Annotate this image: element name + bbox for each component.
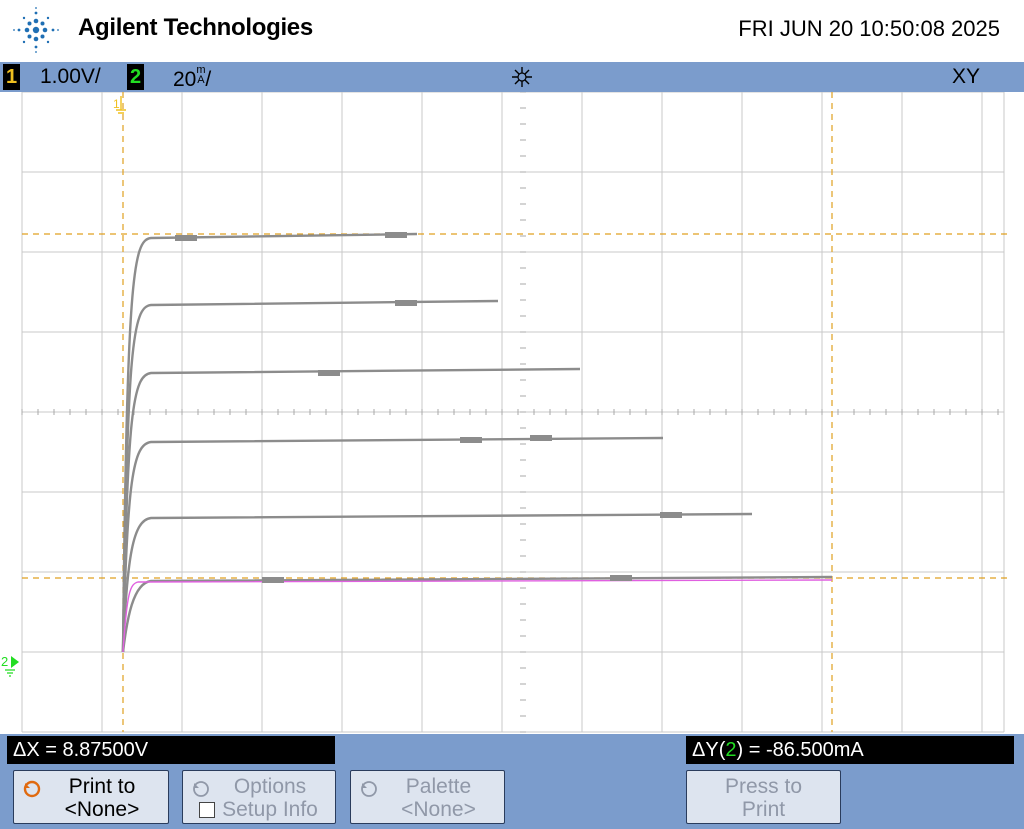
xy-display[interactable]: 12 — [0, 91, 1024, 734]
delta-x-readout: ΔX = 8.87500V — [7, 736, 335, 764]
setup-info-checkbox[interactable] — [199, 802, 215, 818]
channel-2-scale-slash: / — [205, 68, 212, 91]
channel-2-ground-marker: 2 — [1, 654, 8, 669]
press-to-print-softkey[interactable]: Press to Print — [686, 770, 841, 824]
channel-2-badge[interactable]: 2 — [127, 64, 144, 90]
trace-noise-burst — [530, 435, 552, 441]
ic-vce-trace — [121, 367, 581, 653]
trace-noise-burst — [385, 232, 407, 238]
date-time: FRI JUN 20 10:50:08 2025 — [738, 16, 1000, 41]
delta-y-prefix: ΔY( — [692, 739, 726, 761]
trace-noise-burst — [318, 370, 340, 376]
agilent-spark-icon — [13, 7, 59, 53]
ic-vce-trace — [121, 575, 833, 653]
channel-2-scale: 20 m A / — [173, 65, 211, 92]
channel-2-arrow-icon — [11, 656, 19, 668]
header: Agilent Technologies FRI JUN 20 10:50:08… — [0, 0, 1024, 62]
delta-y-readout: ΔY(2) = -86.500mA — [686, 736, 1014, 764]
palette-softkey[interactable]: Palette <None> — [350, 770, 505, 824]
channel-2-scale-value: 20 — [173, 68, 197, 91]
channel-overlay-trace — [122, 579, 833, 653]
ic-vce-trace — [121, 512, 753, 653]
trace-noise-burst — [460, 437, 482, 443]
trigger-status-icon — [512, 67, 532, 87]
channel-2-ground-icon — [5, 669, 15, 677]
delta-y-channel: 2 — [725, 739, 737, 761]
xy-plot-area: 12 — [1, 91, 1010, 733]
trace-noise-burst — [175, 235, 197, 241]
print-to-softkey[interactable]: Print to <None> — [13, 770, 169, 824]
brand-name: Agilent Technologies — [78, 14, 313, 41]
palette-value: <None> — [401, 798, 476, 821]
trace-noise-burst — [660, 512, 682, 518]
cursor-readout-bar: ΔX = 8.87500V ΔY(2) = -86.500mA — [0, 734, 1024, 767]
channel-2-unit: A — [197, 74, 205, 86]
options-softkey[interactable]: Options Setup Info — [182, 770, 336, 824]
rotate-selector-icon — [193, 781, 209, 797]
print-label: Print — [741, 798, 786, 821]
channel-1-badge[interactable]: 1 — [3, 64, 20, 90]
delta-y-value: ) = -86.500mA — [736, 739, 864, 761]
trace-noise-burst — [262, 577, 284, 583]
rotate-selector-icon — [361, 781, 377, 797]
display-mode: XY — [951, 65, 980, 88]
channel-1-ground-marker: 1 — [113, 97, 120, 111]
press-to-label: Press to — [724, 775, 803, 798]
print-to-value: <None> — [64, 798, 140, 821]
softkey-bar: Print to <None> Options Setup Info Palet… — [0, 767, 1024, 829]
ic-vce-trace — [121, 299, 499, 653]
channel-1-scale: 1.00V/ — [40, 65, 101, 88]
rotate-selector-icon — [23, 780, 41, 798]
trace-noise-burst — [395, 300, 417, 306]
trace-noise-burst — [610, 575, 632, 581]
